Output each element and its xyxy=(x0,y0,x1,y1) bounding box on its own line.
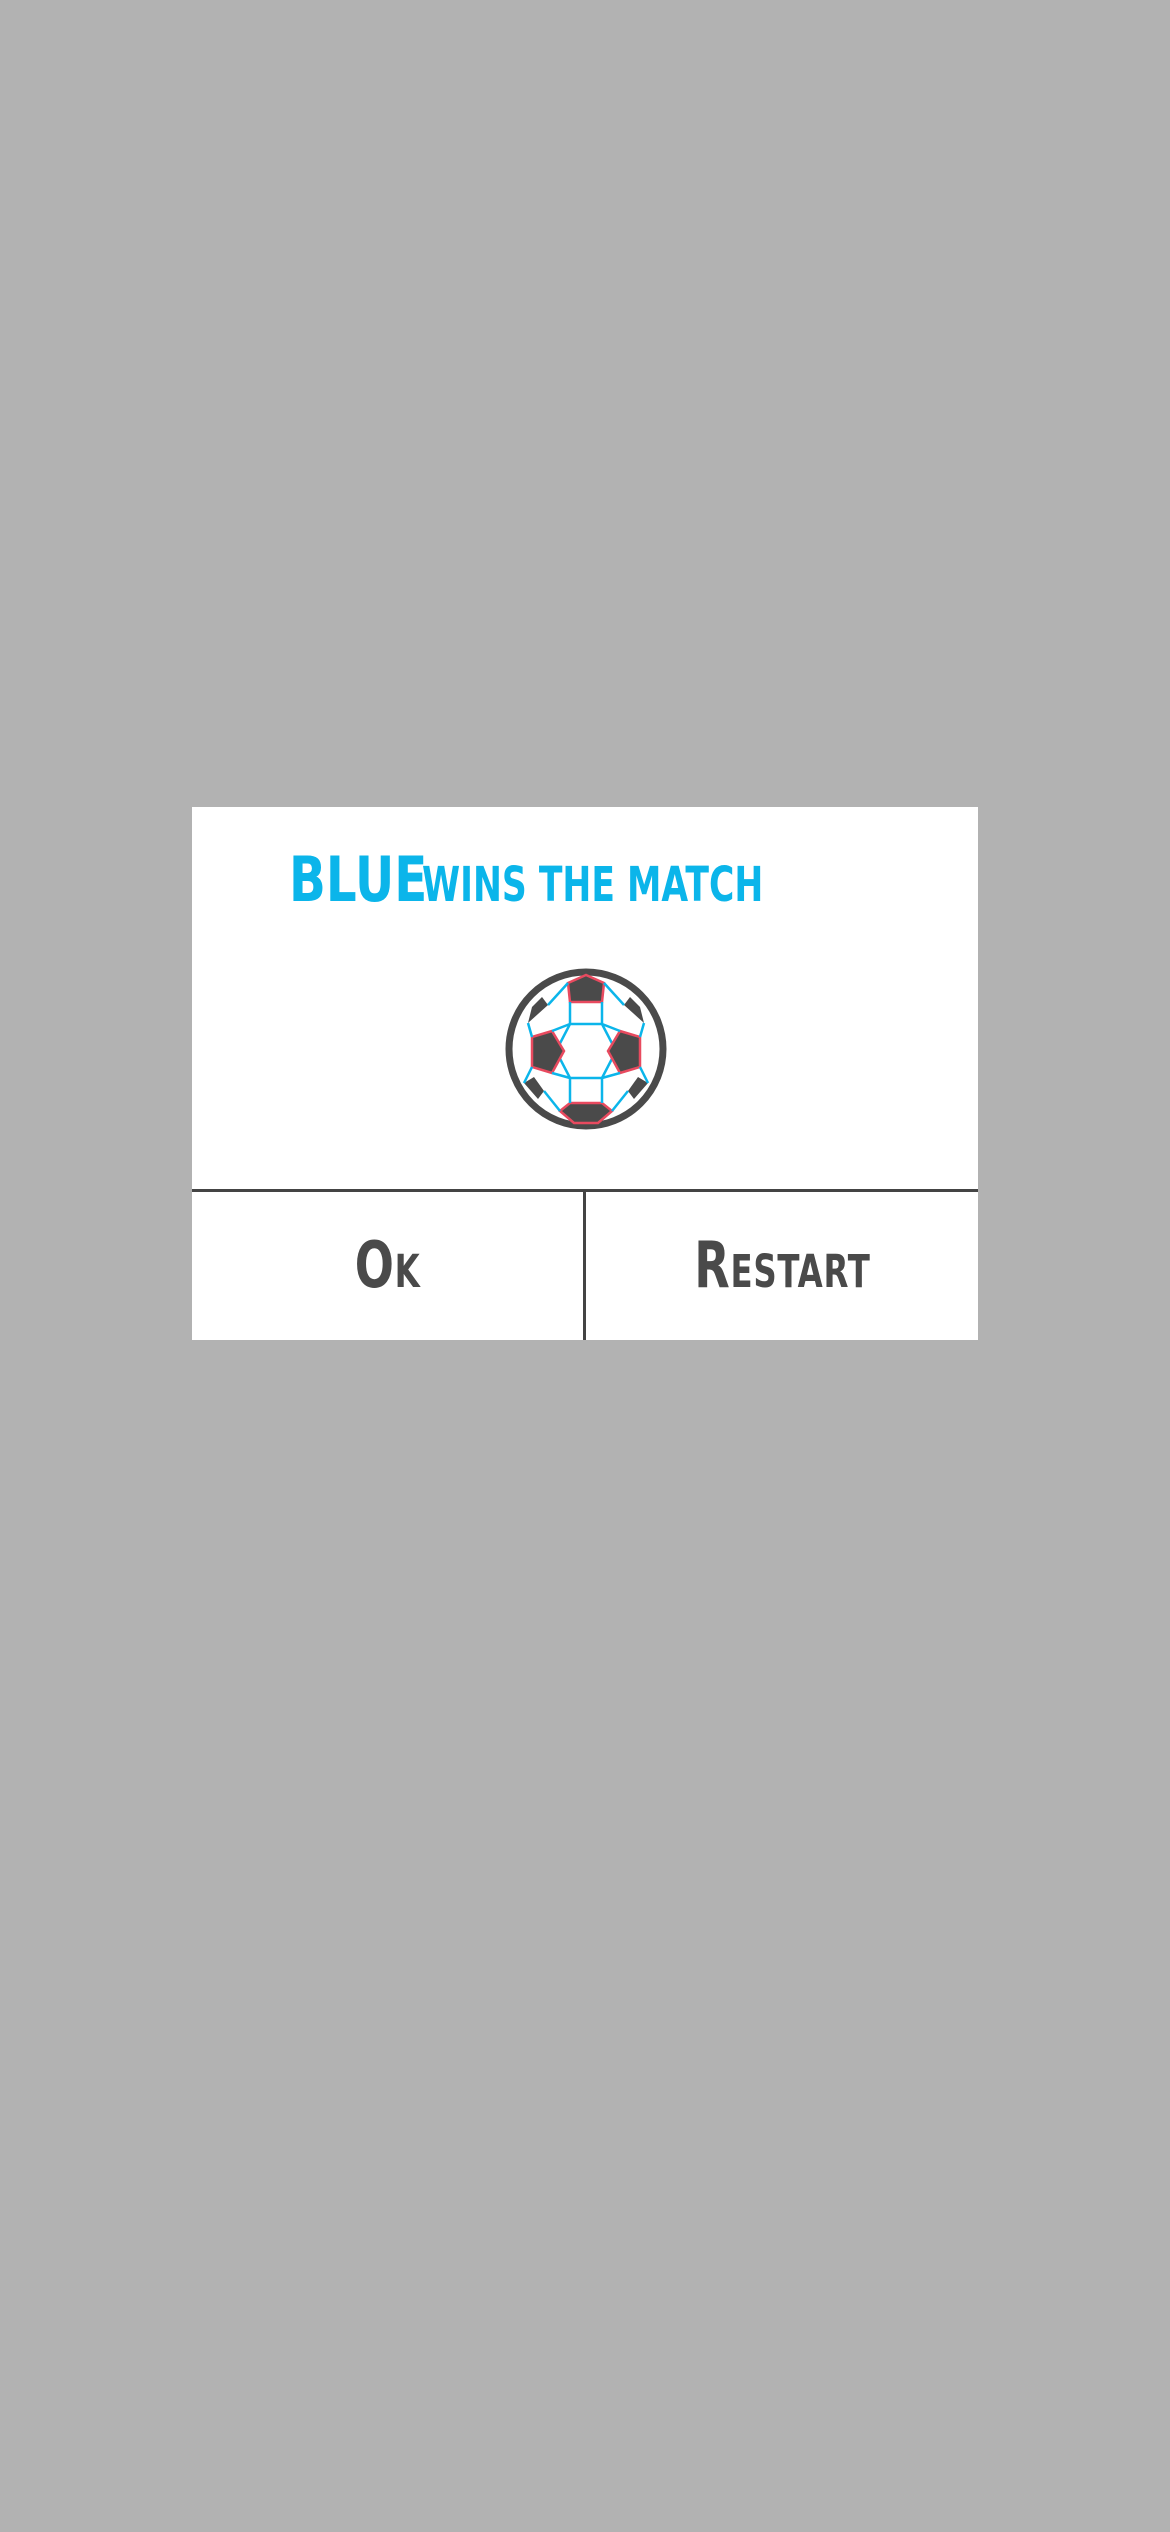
dialog-title: BLUE wins the match xyxy=(192,849,978,911)
ok-button[interactable]: Ok xyxy=(192,1192,583,1340)
soccer-ball-icon xyxy=(505,968,667,1130)
ok-button-label: Ok xyxy=(354,1229,421,1303)
restart-button-label: Restart xyxy=(693,1229,871,1303)
title-message: wins the match xyxy=(421,857,763,913)
winner-team-name: BLUE xyxy=(289,843,428,916)
restart-button[interactable]: Restart xyxy=(586,1192,978,1340)
match-result-dialog: BLUE wins the match xyxy=(192,807,978,1340)
